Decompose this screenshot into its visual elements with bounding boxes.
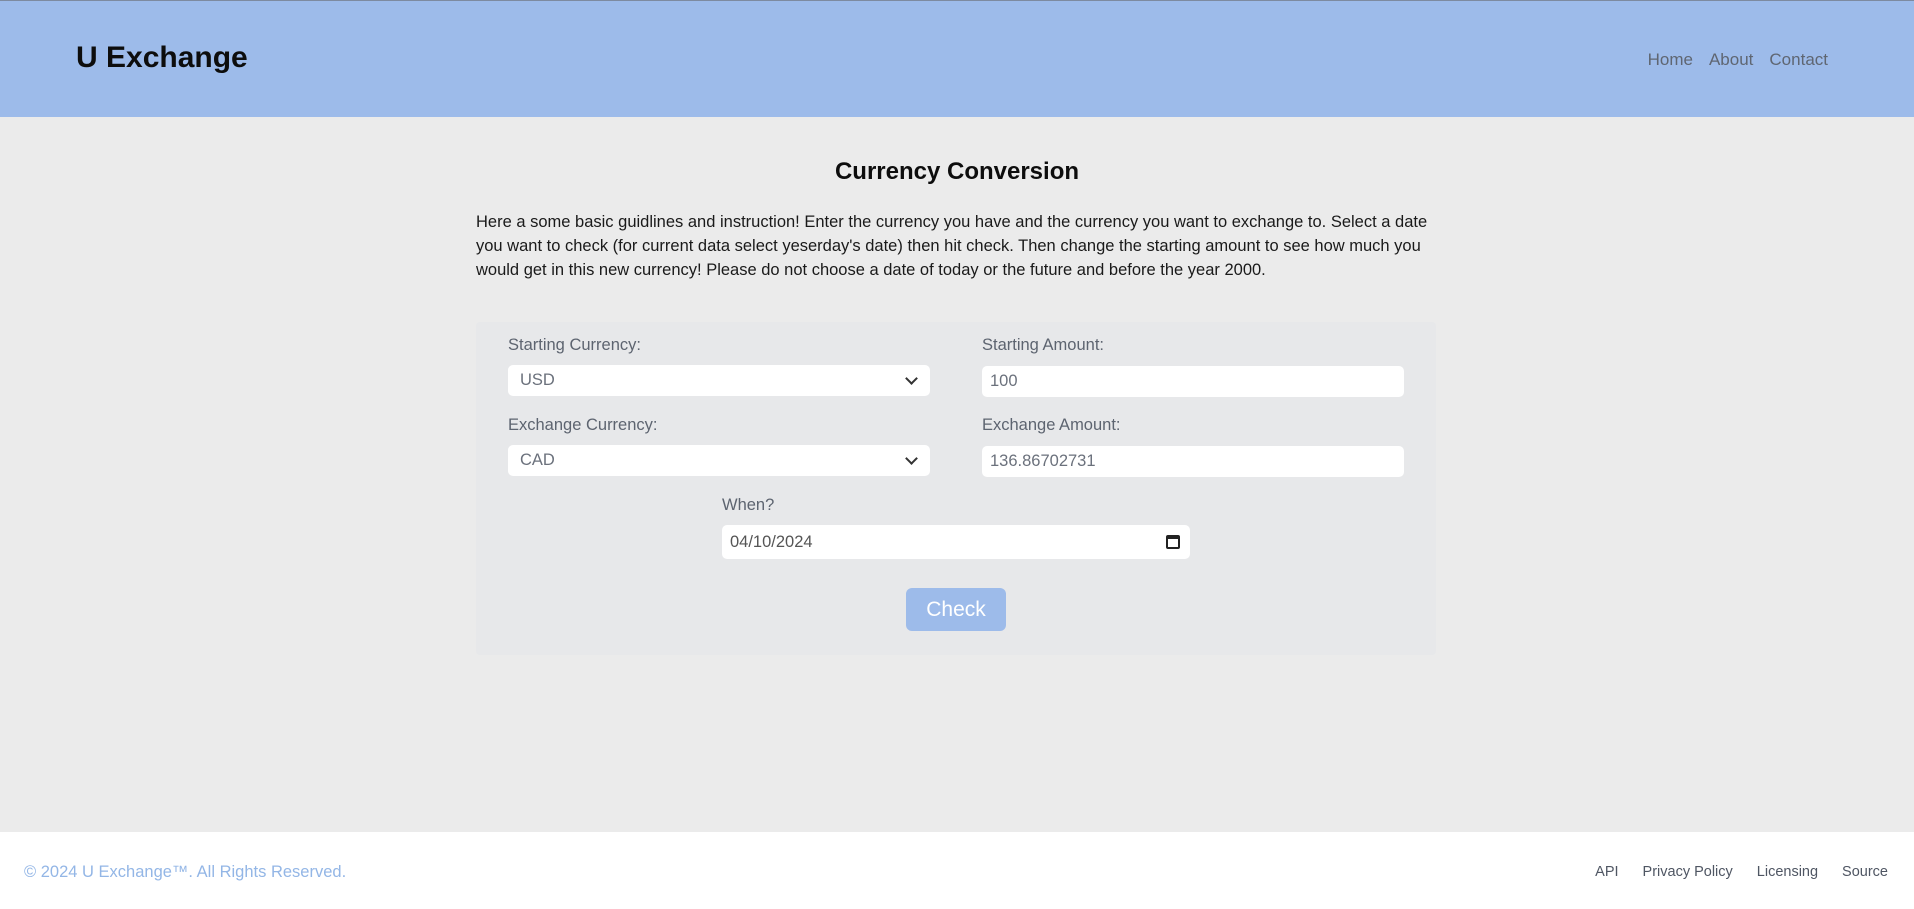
- starting-currency-value: USD: [520, 371, 555, 389]
- site-header: U Exchange Home About Contact: [0, 1, 1914, 117]
- when-label: When?: [722, 496, 775, 514]
- exchange-currency-value: CAD: [520, 451, 555, 469]
- footer-source-link[interactable]: Source: [1842, 864, 1888, 880]
- starting-currency-label: Starting Currency:: [508, 336, 641, 354]
- footer-links: API Privacy Policy Licensing Source: [1595, 864, 1888, 880]
- exchange-currency-label: Exchange Currency:: [508, 416, 658, 434]
- page-title: Currency Conversion: [834, 158, 1080, 185]
- exchange-amount-label: Exchange Amount:: [982, 416, 1121, 434]
- check-button[interactable]: Check: [906, 588, 1006, 631]
- exchange-currency-select[interactable]: CAD: [508, 445, 930, 476]
- starting-amount-input[interactable]: 100: [982, 366, 1404, 397]
- brand-logo[interactable]: U Exchange: [76, 41, 248, 75]
- main-nav: Home About Contact: [1648, 50, 1828, 70]
- starting-amount-label: Starting Amount:: [982, 336, 1104, 354]
- footer-privacy-link[interactable]: Privacy Policy: [1643, 864, 1733, 880]
- date-value: 04/10/2024: [730, 532, 813, 551]
- footer-licensing-link[interactable]: Licensing: [1757, 864, 1818, 880]
- nav-about-link[interactable]: About: [1709, 50, 1753, 70]
- site-footer: © 2024 U Exchange™. All Rights Reserved.…: [0, 832, 1914, 909]
- copyright-text: © 2024 U Exchange™. All Rights Reserved.: [24, 863, 347, 881]
- starting-currency-select[interactable]: USD: [508, 365, 930, 396]
- calendar-icon[interactable]: [1166, 535, 1180, 549]
- exchange-amount-value: 136.86702731: [990, 452, 1096, 470]
- nav-contact-link[interactable]: Contact: [1769, 50, 1828, 70]
- intro-text: Here a some basic guidlines and instruct…: [476, 213, 1428, 279]
- chevron-down-icon: [905, 371, 918, 385]
- nav-home-link[interactable]: Home: [1648, 50, 1693, 70]
- starting-amount-value: 100: [990, 372, 1018, 390]
- footer-api-link[interactable]: API: [1595, 864, 1618, 880]
- exchange-amount-input[interactable]: 136.86702731: [982, 446, 1404, 477]
- chevron-down-icon: [905, 451, 918, 465]
- date-input[interactable]: 04/10/2024: [722, 525, 1190, 559]
